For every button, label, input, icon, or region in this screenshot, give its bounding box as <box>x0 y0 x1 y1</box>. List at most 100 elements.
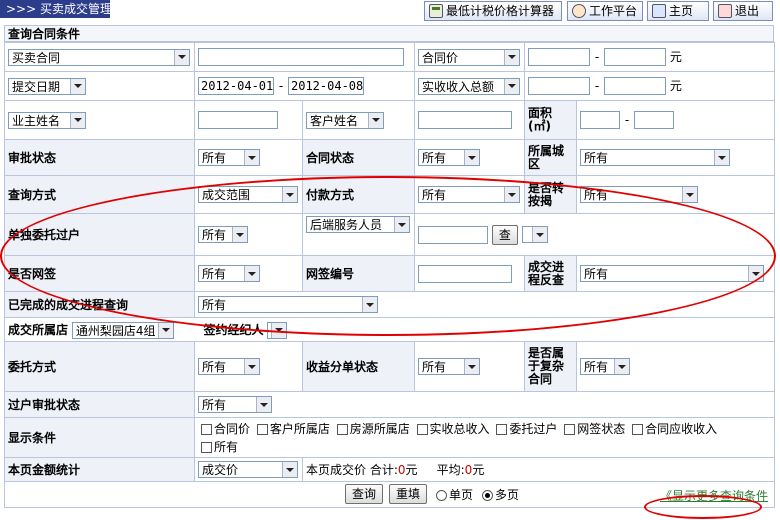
chevron-down-icon <box>174 49 189 65</box>
exit-button[interactable]: 退出 <box>713 1 773 21</box>
chevron-down-icon <box>368 112 383 128</box>
tax-calculator-label: 最低计税价格计算器 <box>446 4 555 18</box>
row-page-total: 本页金额统计 成交价 本页成交价 合计:0元 平均:0元 <box>4 457 775 482</box>
contract-status-select[interactable]: 所有 <box>418 149 480 166</box>
radio[interactable] <box>482 489 494 501</box>
avg-label: 平均: <box>436 463 465 477</box>
contract-text-input[interactable] <box>198 48 404 66</box>
chevron-down-icon <box>362 297 377 312</box>
service-staff-select[interactable]: 后端服务人员 <box>306 216 410 233</box>
tax-calculator-button[interactable]: 最低计税价格计算器 <box>424 1 562 21</box>
checkbox[interactable] <box>632 423 644 435</box>
complex-contract-label: 是否属于复杂合同 <box>524 341 577 392</box>
area-from-input[interactable] <box>580 111 620 129</box>
checkbox[interactable] <box>336 423 348 435</box>
customer-name-input[interactable] <box>418 111 512 129</box>
contract-type-select[interactable]: 买卖合同 <box>8 48 190 66</box>
display-option[interactable]: 所有 <box>198 440 238 454</box>
city-district-select[interactable]: 所有 <box>580 149 730 166</box>
radio[interactable] <box>436 489 448 501</box>
customer-name-select[interactable]: 客户姓名 <box>306 111 384 129</box>
date-to-input[interactable]: 2012-04-08 <box>288 77 364 95</box>
price-to-input[interactable] <box>604 48 666 67</box>
chevron-down-icon <box>714 150 729 165</box>
contract-status-label: 合同状态 <box>302 139 415 176</box>
row-status: 审批状态 所有 合同状态 所有 所属城区 所有 <box>4 139 775 176</box>
chevron-down-icon <box>70 112 85 128</box>
single-page-radio[interactable]: 单页 <box>433 486 473 503</box>
checkbox[interactable] <box>496 423 508 435</box>
owner-name-input[interactable] <box>198 111 278 129</box>
completed-progress-select[interactable]: 所有 <box>198 296 378 313</box>
store-select[interactable]: 通州梨园店4组 <box>71 321 174 339</box>
progress-reverse-select[interactable]: 所有 <box>580 265 764 282</box>
checkbox[interactable] <box>564 423 576 435</box>
avg-unit: 元 <box>472 463 485 477</box>
page-total-label: 本页金额统计 <box>4 457 195 482</box>
price-from-input[interactable] <box>528 48 590 67</box>
display-option[interactable]: 网签状态 <box>561 422 625 436</box>
entrust-transfer-select[interactable]: 所有 <box>198 226 248 243</box>
city-district-label: 所属城区 <box>524 139 577 176</box>
total-field-select[interactable]: 成交价 <box>198 461 298 478</box>
staff-search-button[interactable]: 查 <box>491 224 518 245</box>
service-staff-input[interactable] <box>418 225 488 244</box>
income-to-input[interactable] <box>604 77 666 96</box>
row-entrust-way: 委托方式 所有 收益分单状态 所有 是否属于复杂合同 所有 <box>4 341 775 392</box>
display-options-label: 显示条件 <box>4 417 195 458</box>
transfer-approval-select[interactable]: 所有 <box>198 396 272 413</box>
price-type-select[interactable]: 合同价 <box>418 48 520 66</box>
area-label: 面积 (㎡) <box>524 100 577 140</box>
chevron-down-icon <box>282 187 297 202</box>
reset-button[interactable]: 重填 <box>389 484 428 504</box>
query-mode-label: 查询方式 <box>4 175 195 214</box>
checkbox[interactable] <box>416 423 428 435</box>
chevron-down-icon <box>244 150 259 165</box>
checkbox[interactable] <box>201 423 212 435</box>
entrust-way-select[interactable]: 所有 <box>198 358 260 375</box>
date-from-input[interactable]: 2012-04-01 <box>198 77 274 95</box>
entrust-transfer-label: 单独委托过户 <box>4 213 195 256</box>
area-to-input[interactable] <box>634 111 674 129</box>
multi-page-radio[interactable]: 多页 <box>479 486 519 503</box>
income-type-select[interactable]: 实收收入总额 <box>418 77 520 95</box>
payment-method-select[interactable]: 所有 <box>418 186 520 203</box>
query-button[interactable]: 查询 <box>345 484 384 504</box>
netsign-number-input[interactable] <box>418 264 512 283</box>
approval-status-label: 审批状态 <box>4 139 195 176</box>
query-mode-select[interactable]: 成交范围 <box>198 186 298 203</box>
display-option[interactable]: 实收总收入 <box>414 422 490 436</box>
display-option[interactable]: 委托过户 <box>493 422 557 436</box>
chevron-down-icon <box>682 187 697 202</box>
row-completed-progress: 已完成的成交进程查询 所有 <box>4 291 775 318</box>
display-option[interactable]: 合同应收收入 <box>629 422 717 436</box>
owner-name-select[interactable]: 业主姓名 <box>8 111 86 129</box>
row-actions: 查询 重填 单页 多页 《显示更多查询条件 <box>4 481 775 508</box>
exit-label: 退出 <box>735 4 760 18</box>
netsign-select[interactable]: 所有 <box>198 265 260 282</box>
agent-select[interactable] <box>267 321 288 339</box>
sum-label: 合计: <box>369 463 398 477</box>
revenue-split-select[interactable]: 所有 <box>418 358 480 375</box>
show-more-conditions-link[interactable]: 《显示更多查询条件 <box>660 487 768 504</box>
display-option[interactable]: 合同价 <box>198 422 250 436</box>
home-button[interactable]: 主页 <box>647 1 709 21</box>
chevron-down-icon <box>748 266 763 281</box>
display-option[interactable]: 客户所属店 <box>254 422 330 436</box>
approval-status-select[interactable]: 所有 <box>198 149 260 166</box>
complex-contract-select[interactable]: 所有 <box>580 358 630 375</box>
checkbox[interactable] <box>256 423 268 435</box>
row-transfer-approval: 过户审批状态 所有 <box>4 391 775 418</box>
checkbox[interactable] <box>201 441 212 453</box>
completed-progress-label: 已完成的成交进程查询 <box>4 291 195 318</box>
display-option[interactable]: 房源所属店 <box>334 422 410 436</box>
chevron-down-icon <box>256 397 271 412</box>
chevron-down-icon <box>464 150 479 165</box>
date-type-select[interactable]: 提交日期 <box>8 77 86 95</box>
mortgage-transfer-select[interactable]: 所有 <box>580 186 698 203</box>
chevron-down-icon <box>394 217 409 232</box>
workbench-button[interactable]: 工作平台 <box>567 1 643 21</box>
staff-result-select[interactable] <box>521 226 548 243</box>
chevron-down-icon <box>70 78 85 94</box>
income-from-input[interactable] <box>528 77 590 96</box>
